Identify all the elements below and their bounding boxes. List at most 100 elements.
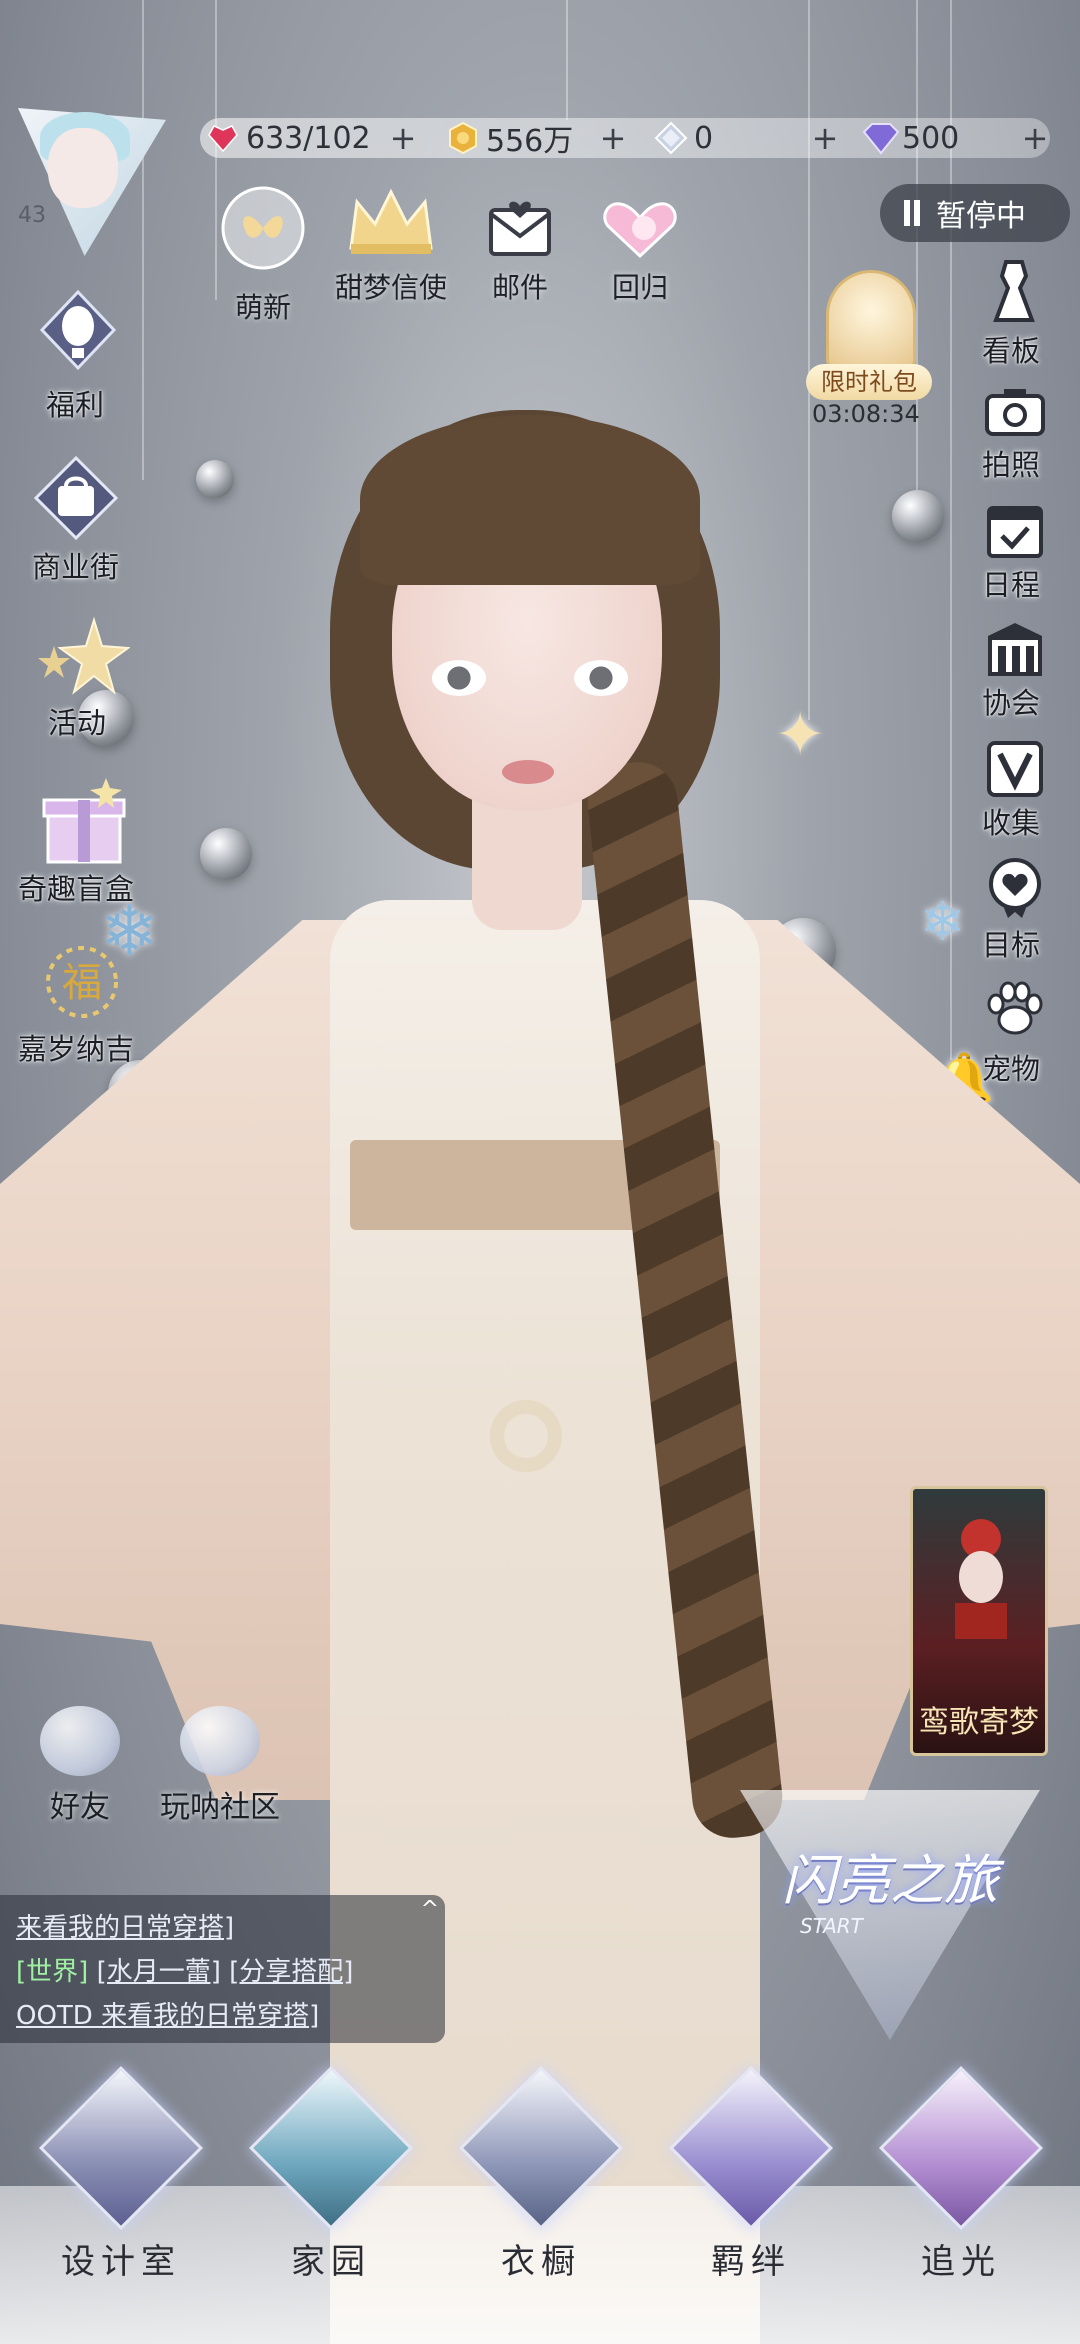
blind-box-label: 奇趣盲盒 [18,872,135,906]
sweet-dream-messenger-label: 甜梦信使 [334,271,447,304]
bond-clover-icon [668,2065,834,2231]
currency-gold: 556万 [446,118,574,159]
calendar-icon [987,506,1043,558]
chat-user-name[interactable]: [水月一蕾] [97,1957,221,1987]
butterfly-icon [878,2065,1044,2231]
return-icon [603,202,677,259]
nav-home[interactable]: 家园 [248,2065,414,2283]
crystal-value: 0 [694,120,714,156]
diamond-value: 500 [902,120,960,156]
target-icon [989,858,1041,918]
gold-coin-icon [446,121,480,155]
commercial-street-label: 商业街 [32,550,120,584]
community-label: 玩呐社区 [160,1790,280,1825]
nav-wardrobe[interactable]: 衣橱 [458,2065,624,2283]
guild-icon [988,623,1042,676]
svg-text:福: 福 [62,960,102,1006]
guild-label: 协会 [982,686,1041,720]
add-diamond-button[interactable]: + [1018,121,1052,155]
collection-label: 收集 [982,806,1041,840]
currency-diamond: 500 [862,118,959,158]
limited-gift-timer: 03:08:34 [812,400,920,428]
hanging-string [142,0,144,480]
crown-icon [349,188,433,254]
nav-chase-light[interactable]: 追光 [878,2065,1044,2283]
gift-box-icon [826,270,916,370]
chat-expand-icon[interactable]: ^ [421,1897,439,1922]
target-label: 目标 [982,928,1041,962]
showboard-label: 看板 [982,334,1041,368]
chat-line-2: [世界] [水月一蕾] [分享搭配] [16,1951,353,1988]
limited-gift-label: 限时礼包 [806,364,932,400]
pause-label: 暂停中 [936,199,1026,234]
character-eye-left [432,660,486,696]
fortune-label: 嘉岁纳吉 [18,1032,135,1066]
mail-icon [489,201,551,256]
star-ornament: ✦ [775,700,826,770]
nav-design-studio[interactable]: 设计室 [38,2065,204,2283]
journey-start-label: START [800,1914,863,1938]
dress-form-icon [993,260,1035,322]
bubble-butterfly-icon [221,186,305,270]
nav-chase-light-label: 追光 [921,2242,1001,2282]
welfare-label: 福利 [46,388,105,422]
design-studio-icon [38,2065,204,2231]
friends-button[interactable]: 好友 [32,1706,128,1826]
pearl-ornament [200,828,252,880]
camera-icon [985,389,1045,436]
pause-icon [904,200,920,226]
hanging-string [808,0,810,720]
pause-button[interactable]: 暂停中 [880,184,1070,242]
newbie-button[interactable]: 萌新 [208,182,318,326]
journey-title: 闪亮之旅 [782,1849,998,1912]
sweet-dream-messenger-button[interactable]: 甜梦信使 [326,182,456,306]
chat-line-1[interactable]: 来看我的日常穿搭] [16,1907,234,1944]
event-character-portrait [955,1519,1007,1639]
currency-crystal: 0 [654,118,713,158]
nav-design-studio-label: 设计室 [61,2242,181,2282]
return-button[interactable]: 回归 [590,196,690,306]
schedule-label: 日程 [982,568,1041,602]
avatar-face [48,128,118,208]
community-button[interactable]: 玩呐社区 [150,1706,290,1826]
community-icon [180,1706,260,1776]
chat-line-3[interactable]: OOTD 来看我的日常穿搭] [16,1995,319,2032]
crystal-icon [654,121,688,155]
nav-wardrobe-label: 衣橱 [501,2242,581,2282]
friends-label: 好友 [50,1790,110,1825]
pet-label: 宠物 [982,1052,1041,1086]
stamina-value: 633/102 [246,120,371,156]
character-eye-right [574,660,628,696]
heart-gem-icon [206,121,240,155]
add-stamina-button[interactable]: + [386,121,420,155]
nav-bond[interactable]: 羁绊 [668,2065,834,2283]
nav-bond-label: 羁绊 [711,2242,791,2282]
add-gold-button[interactable]: + [596,121,630,155]
character-lips [502,760,554,784]
event-banner-card[interactable]: 鸾歌寄梦 [910,1486,1048,1756]
diamond-icon [862,121,900,155]
activity-label: 活动 [48,706,107,740]
add-crystal-button[interactable]: + [808,121,842,155]
chat-share-link[interactable]: [分享搭配] [229,1957,353,1987]
gift-box-icon [42,778,126,864]
fortune-icon: 福 [46,946,118,1018]
gold-value: 556万 [486,124,574,159]
event-banner-title: 鸾歌寄梦 [919,1705,1039,1740]
currency-stamina: 633/102 [206,118,371,158]
mail-label: 邮件 [491,271,548,304]
chat-channel-tag: [世界] [16,1957,89,1987]
photo-label: 拍照 [982,448,1041,482]
pearl-ornament [892,490,944,542]
character-pendant [490,1400,562,1472]
nav-home-label: 家园 [291,2242,371,2282]
pearl-ornament [196,460,234,498]
snowflake-ornament: ❄ [920,890,966,953]
friends-icon [40,1706,120,1776]
stars-icon [38,616,130,695]
mail-button[interactable]: 邮件 [472,196,568,306]
balloon-icon [39,290,117,371]
newbie-label: 萌新 [234,291,291,324]
return-label: 回归 [611,271,668,304]
chat-panel[interactable]: ^ 来看我的日常穿搭] [世界] [水月一蕾] [分享搭配] OOTD 来看我的… [0,1895,445,2043]
